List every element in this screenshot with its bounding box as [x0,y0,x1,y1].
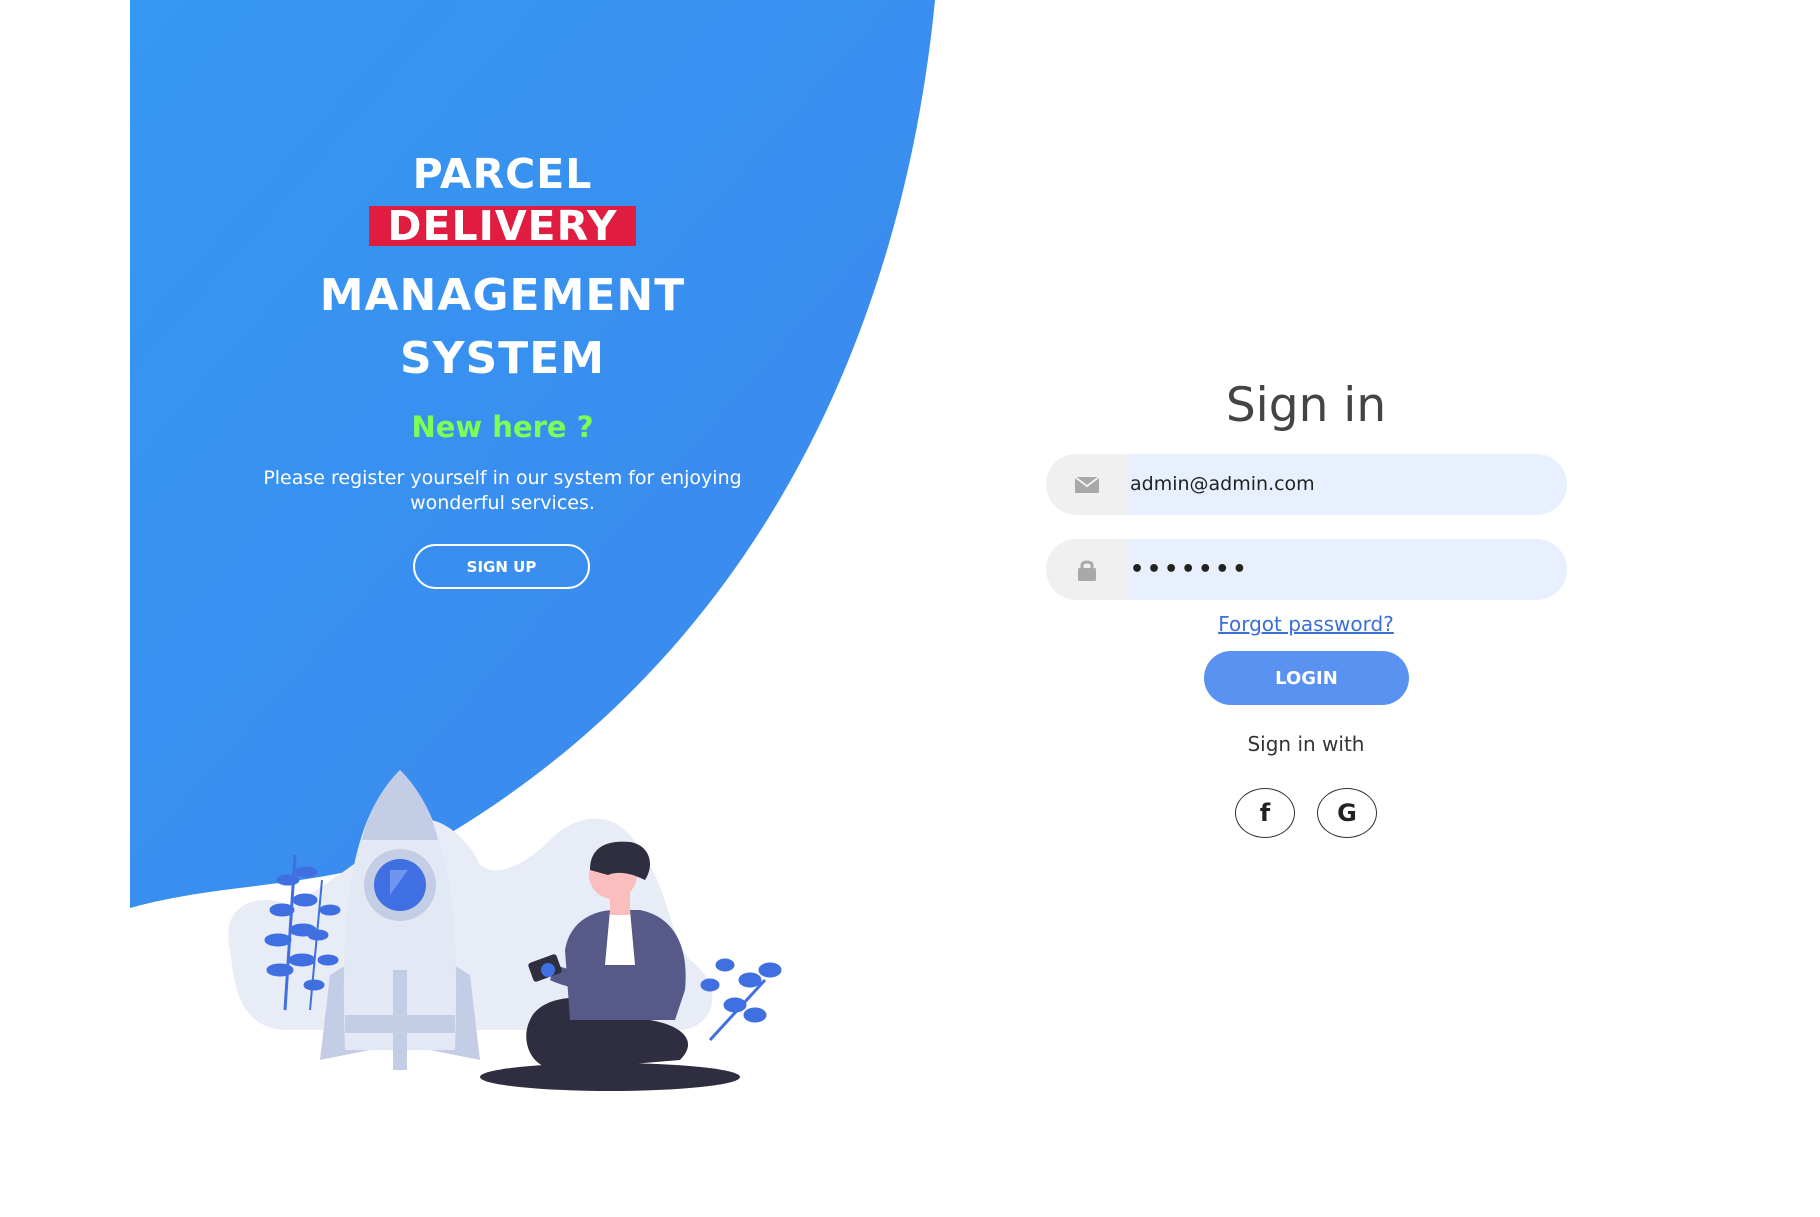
google-button[interactable]: G [1317,788,1377,838]
signin-with-label: Sign in with [1247,732,1365,756]
facebook-icon: f [1259,799,1271,827]
password-value: ••••••• [1130,557,1250,582]
rocket-person-illustration [228,770,782,1091]
login-button[interactable]: LOGIN [1204,651,1409,705]
lock-icon [1046,539,1128,600]
facebook-button[interactable]: f [1235,788,1295,838]
title-parcel: PARCEL [412,150,593,198]
new-here-heading: New here ? [411,410,594,444]
title-management: MANAGEMENT [319,270,686,321]
register-description: Please register yourself in our system f… [263,467,742,514]
envelope-icon [1046,454,1128,515]
signup-button[interactable]: SIGN UP [413,544,590,589]
google-icon: G [1337,799,1357,827]
signin-title: Sign in [1225,378,1387,433]
forgot-password-link[interactable]: Forgot password? [1106,612,1506,636]
email-value: admin@admin.com [1130,473,1315,495]
title-delivery: DELIVERY [369,206,636,247]
email-field[interactable]: admin@admin.com [1046,454,1567,515]
password-field[interactable]: ••••••• [1046,539,1567,600]
title-system: SYSTEM [399,333,606,384]
title-delivery-wrapper: DELIVERY [240,206,765,247]
